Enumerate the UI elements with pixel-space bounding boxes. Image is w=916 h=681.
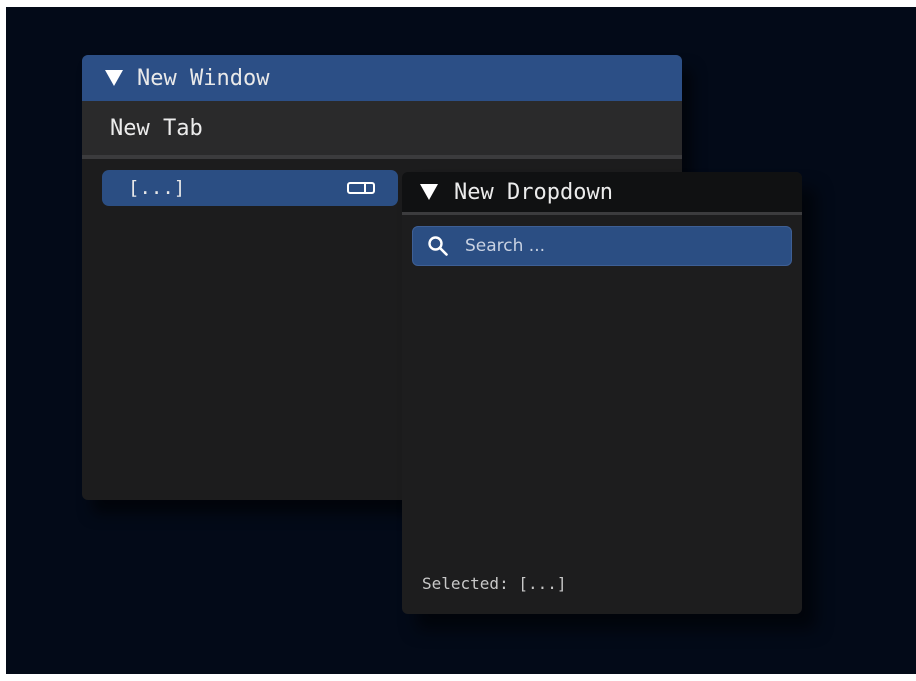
dropdown-title: New Dropdown bbox=[454, 179, 613, 205]
search-input[interactable]: Search ... bbox=[412, 226, 792, 266]
search-icon bbox=[428, 236, 448, 256]
tab-new-tab[interactable]: New Tab bbox=[110, 116, 203, 141]
window-title: New Window bbox=[137, 65, 270, 91]
combo-value: [...] bbox=[128, 177, 186, 199]
triangle-down-icon[interactable] bbox=[420, 184, 438, 200]
combo-box[interactable]: [...] bbox=[102, 170, 398, 206]
tab-bar: New Tab bbox=[82, 101, 682, 159]
search-placeholder: Search ... bbox=[465, 236, 546, 256]
app-canvas: New Window New Tab [...] New Dropdown Se… bbox=[6, 7, 916, 674]
triangle-down-icon[interactable] bbox=[105, 70, 123, 86]
selected-label: Selected: [...] bbox=[422, 574, 567, 593]
window-titlebar[interactable]: New Window bbox=[82, 55, 682, 101]
dropdown-popup: New Dropdown Search ... Selected: [...] bbox=[402, 172, 802, 614]
dropdown-titlebar[interactable]: New Dropdown bbox=[402, 172, 802, 215]
dropdown-toggle-icon[interactable] bbox=[347, 182, 375, 194]
